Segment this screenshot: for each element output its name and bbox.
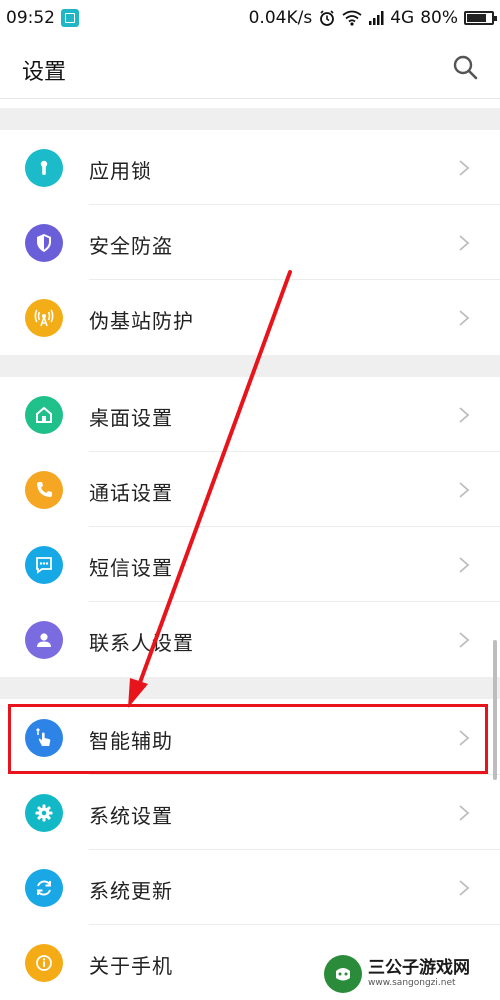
row-divider (89, 774, 500, 775)
settings-item-label: 联系人设置 (89, 631, 194, 655)
screenshot-icon (61, 9, 79, 27)
chevron-right-icon (459, 557, 470, 573)
settings-item-label: 通话设置 (89, 481, 173, 505)
search-icon[interactable] (452, 54, 478, 80)
alarm-icon (320, 10, 335, 26)
section-divider (0, 355, 500, 377)
settings-item-label: 伪基站防护 (89, 309, 194, 333)
row-divider (89, 924, 500, 925)
page-title: 设置 (22, 60, 67, 85)
app-bar: 设置 (0, 36, 500, 99)
row-divider (89, 451, 500, 452)
gear-icon (25, 794, 63, 832)
contact-icon (25, 621, 63, 659)
chevron-right-icon (459, 880, 470, 896)
settings-item-system[interactable]: 系统设置 (0, 776, 500, 850)
settings-item-label: 系统设置 (89, 804, 173, 828)
keyhole-icon (25, 149, 63, 187)
row-divider (89, 849, 500, 850)
row-divider (89, 204, 500, 205)
status-time: 09:52 (6, 8, 55, 28)
section-divider (0, 108, 500, 130)
chevron-right-icon (459, 632, 470, 648)
settings-item-label: 系统更新 (89, 879, 173, 903)
settings-item-system-update[interactable]: 系统更新 (0, 851, 500, 925)
signal-icon (369, 11, 384, 25)
watermark: 三公子游戏网 www.sangongzi.net (324, 954, 494, 994)
net-speed: 0.04K/s (248, 8, 313, 28)
phone-icon (25, 471, 63, 509)
watermark-logo-icon (324, 955, 362, 993)
info-icon (25, 944, 63, 982)
battery-icon (464, 11, 497, 25)
settings-item-call[interactable]: 通话设置 (0, 453, 500, 527)
settings-item-security[interactable]: 安全防盗 (0, 206, 500, 280)
settings-item-label: 应用锁 (89, 159, 152, 183)
watermark-url: www.sangongzi.net (368, 977, 456, 988)
chevron-right-icon (459, 482, 470, 498)
settings-item-label: 短信设置 (89, 556, 173, 580)
settings-item-fake-base-station[interactable]: 伪基站防护 (0, 281, 500, 355)
wifi-icon (342, 10, 362, 26)
shield-icon (25, 224, 63, 262)
section-divider (0, 677, 500, 699)
status-bar: 09:52 0.04K/s 4G 80% (0, 0, 500, 36)
settings-item-label: 安全防盗 (89, 234, 173, 258)
chevron-right-icon (459, 160, 470, 176)
settings-item-sms[interactable]: 短信设置 (0, 528, 500, 602)
watermark-text: 三公子游戏网 (368, 958, 470, 979)
chevron-right-icon (459, 805, 470, 821)
settings-item-app-lock[interactable]: 应用锁 (0, 131, 500, 205)
refresh-icon (25, 869, 63, 907)
home-icon (25, 396, 63, 434)
settings-item-label: 桌面设置 (89, 406, 173, 430)
chevron-right-icon (459, 407, 470, 423)
chevron-right-icon (459, 310, 470, 326)
scrollbar[interactable] (493, 640, 497, 780)
row-divider (89, 526, 500, 527)
row-divider (89, 279, 500, 280)
row-divider (89, 601, 500, 602)
chevron-right-icon (459, 235, 470, 251)
settings-item-desktop[interactable]: 桌面设置 (0, 378, 500, 452)
settings-item-label: 关于手机 (89, 954, 173, 978)
battery-percent: 80% (420, 8, 458, 28)
antenna-icon (25, 299, 63, 337)
highlight-box (8, 704, 488, 774)
message-icon (25, 546, 63, 584)
settings-item-contacts[interactable]: 联系人设置 (0, 603, 500, 677)
network-type: 4G (390, 8, 415, 28)
